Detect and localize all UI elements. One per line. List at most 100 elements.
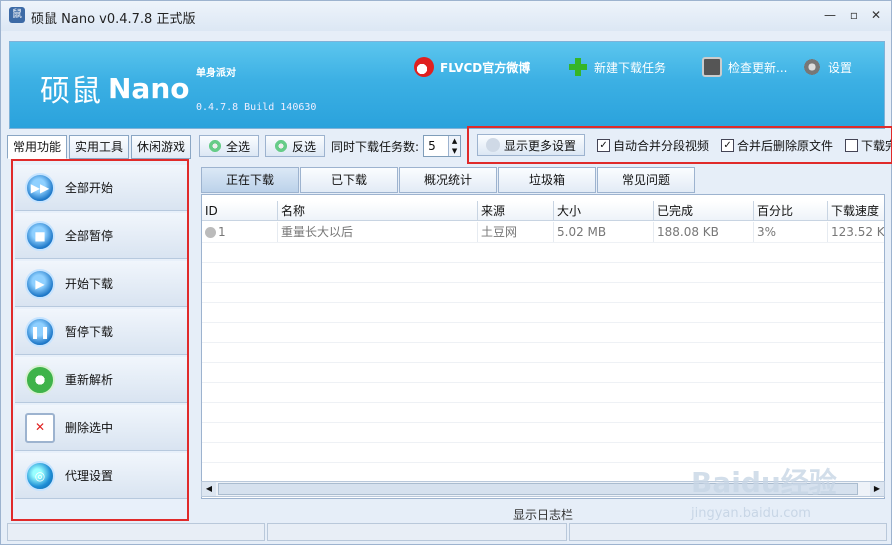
settings-doc-icon: [486, 138, 500, 152]
table-header: ID 名称 来源 大小 已完成 百分比 下载速度: [202, 201, 884, 221]
list-toolbar: 全选 反选 同时下载任务数: 5 ▲ ▼: [199, 134, 462, 158]
download-table: ID 名称 来源 大小 已完成 百分比 下载速度 1 重量长大以后 土豆网 5.…: [201, 194, 885, 499]
new-task-button[interactable]: 新建下载任务: [568, 56, 666, 78]
scroll-left-icon[interactable]: ◀: [202, 482, 216, 496]
main-tabs: 正在下载 已下载 概况统计 垃圾箱 常见问题: [201, 167, 695, 193]
grid-line: [202, 422, 884, 423]
grid-line: [202, 262, 884, 263]
grid-line: [202, 442, 884, 443]
stepper-arrows-icon[interactable]: ▲ ▼: [448, 136, 461, 156]
status-section: [7, 523, 265, 541]
stop-icon: ■: [25, 220, 55, 251]
status-icon: [205, 227, 216, 238]
delete-after-merge-label: 合并后删除原文件: [737, 138, 834, 153]
grid-line: [202, 242, 884, 243]
delete-selected-button[interactable]: ✕ 删除选中: [15, 405, 187, 451]
column-percent[interactable]: 百分比: [754, 201, 828, 221]
logo-english: Nano: [108, 72, 190, 105]
auto-merge-checkbox[interactable]: ✓ 自动合并分段视频: [597, 137, 709, 154]
row-speed: 123.52 K: [828, 222, 884, 242]
watermark-logo: Baidu经验: [691, 466, 837, 499]
scroll-right-icon[interactable]: ▶: [870, 482, 884, 496]
monitor-icon: [702, 57, 722, 77]
status-section: [267, 523, 567, 541]
fast-forward-icon: ▶▶: [25, 172, 55, 203]
delete-after-merge-check-icon: ✓: [721, 138, 735, 152]
invert-label: 反选: [292, 139, 317, 154]
row-size: 5.02 MB: [554, 222, 654, 242]
tab-downloading[interactable]: 正在下载: [201, 167, 299, 193]
after-download-checkbox[interactable]: 下载完: [845, 137, 891, 154]
play-icon: ▶: [25, 268, 55, 299]
start-all-button[interactable]: ▶▶ 全部开始: [15, 165, 187, 211]
grid-line: [202, 402, 884, 403]
row-name: 重量长大以后: [278, 222, 478, 242]
tab-tools[interactable]: 实用工具: [69, 135, 129, 159]
select-all-label: 全选: [226, 139, 251, 154]
concurrent-value: 5: [428, 139, 436, 153]
reparse-button[interactable]: ⟳ 重新解析: [15, 357, 187, 403]
pause-all-label: 全部暂停: [65, 229, 114, 243]
settings-button[interactable]: 设置: [802, 56, 852, 78]
version-text: 0.4.7.8 Build 140630: [196, 102, 317, 113]
refresh-icon: ⟳: [25, 364, 55, 395]
select-all-button[interactable]: 全选: [199, 135, 260, 157]
check-update-label: 检查更新...: [728, 60, 788, 75]
grid-line: [202, 302, 884, 303]
start-all-label: 全部开始: [65, 181, 114, 195]
grid-line: [202, 342, 884, 343]
weibo-label: FLVCD官方微博: [440, 60, 531, 75]
concurrent-tasks: 同时下载任务数: 5 ▲ ▼: [331, 135, 462, 157]
select-all-icon: [208, 139, 222, 153]
watermark-url: jingyan.baidu.com: [691, 506, 811, 521]
row-id-cell: 1: [202, 222, 278, 242]
banner: 硕鼠 Nano 单身派对 0.4.7.8 Build 140630 FLVCD官…: [9, 41, 885, 129]
tab-faq[interactable]: 常见问题: [597, 167, 695, 193]
pause-download-button[interactable]: ❚❚ 暂停下载: [15, 309, 187, 355]
column-name[interactable]: 名称: [278, 201, 478, 221]
delete-selected-label: 删除选中: [65, 421, 114, 435]
invert-selection-button[interactable]: 反选: [265, 135, 326, 157]
check-update-button[interactable]: 检查更新...: [702, 56, 787, 78]
tab-downloaded[interactable]: 已下载: [300, 167, 398, 193]
window-title: 硕鼠 Nano v0.4.7.8 正式版: [31, 12, 196, 27]
logo-tagline: 单身派对: [196, 68, 236, 79]
show-log-toggle[interactable]: 显示日志栏: [513, 506, 573, 523]
tab-statistics[interactable]: 概况统计: [399, 167, 497, 193]
concurrent-stepper[interactable]: 5 ▲ ▼: [423, 135, 462, 157]
row-source: 土豆网: [478, 222, 554, 242]
invert-icon: [274, 139, 289, 153]
proxy-settings-button[interactable]: ◎ 代理设置: [15, 453, 187, 499]
close-button[interactable]: ✕: [867, 7, 885, 23]
category-tabs: 常用功能 实用工具 休闲游戏: [7, 135, 191, 159]
after-download-label: 下载完: [861, 138, 891, 153]
column-size[interactable]: 大小: [554, 201, 654, 221]
row-percent: 3%: [754, 222, 828, 242]
auto-merge-label: 自动合并分段视频: [613, 138, 710, 153]
app-logo-icon: 鼠: [9, 7, 25, 23]
maximize-button[interactable]: ▫: [845, 7, 863, 23]
delete-icon: ✕: [25, 412, 55, 443]
show-more-settings-button[interactable]: 显示更多设置: [477, 134, 586, 156]
tab-games[interactable]: 休闲游戏: [131, 135, 191, 159]
pause-icon: ❚❚: [25, 316, 55, 347]
start-download-button[interactable]: ▶ 开始下载: [15, 261, 187, 307]
column-completed[interactable]: 已完成: [654, 201, 754, 221]
grid-line: [202, 362, 884, 363]
column-id[interactable]: ID: [202, 201, 278, 221]
grid-line: [202, 382, 884, 383]
reparse-label: 重新解析: [65, 373, 114, 387]
table-row[interactable]: 1 重量长大以后 土豆网 5.02 MB 188.08 KB 3% 123.52…: [202, 222, 884, 242]
weibo-link[interactable]: FLVCD官方微博: [414, 56, 530, 78]
column-speed[interactable]: 下载速度: [828, 201, 884, 221]
show-more-label: 显示更多设置: [504, 138, 577, 153]
proxy-settings-label: 代理设置: [65, 469, 114, 483]
tab-trash[interactable]: 垃圾箱: [498, 167, 596, 193]
tab-common[interactable]: 常用功能: [7, 135, 67, 159]
minimize-button[interactable]: —: [821, 7, 839, 23]
row-completed: 188.08 KB: [654, 222, 754, 242]
column-source[interactable]: 来源: [478, 201, 554, 221]
delete-after-merge-checkbox[interactable]: ✓ 合并后删除原文件: [721, 137, 833, 154]
pause-all-button[interactable]: ■ 全部暂停: [15, 213, 187, 259]
grid-line: [202, 282, 884, 283]
